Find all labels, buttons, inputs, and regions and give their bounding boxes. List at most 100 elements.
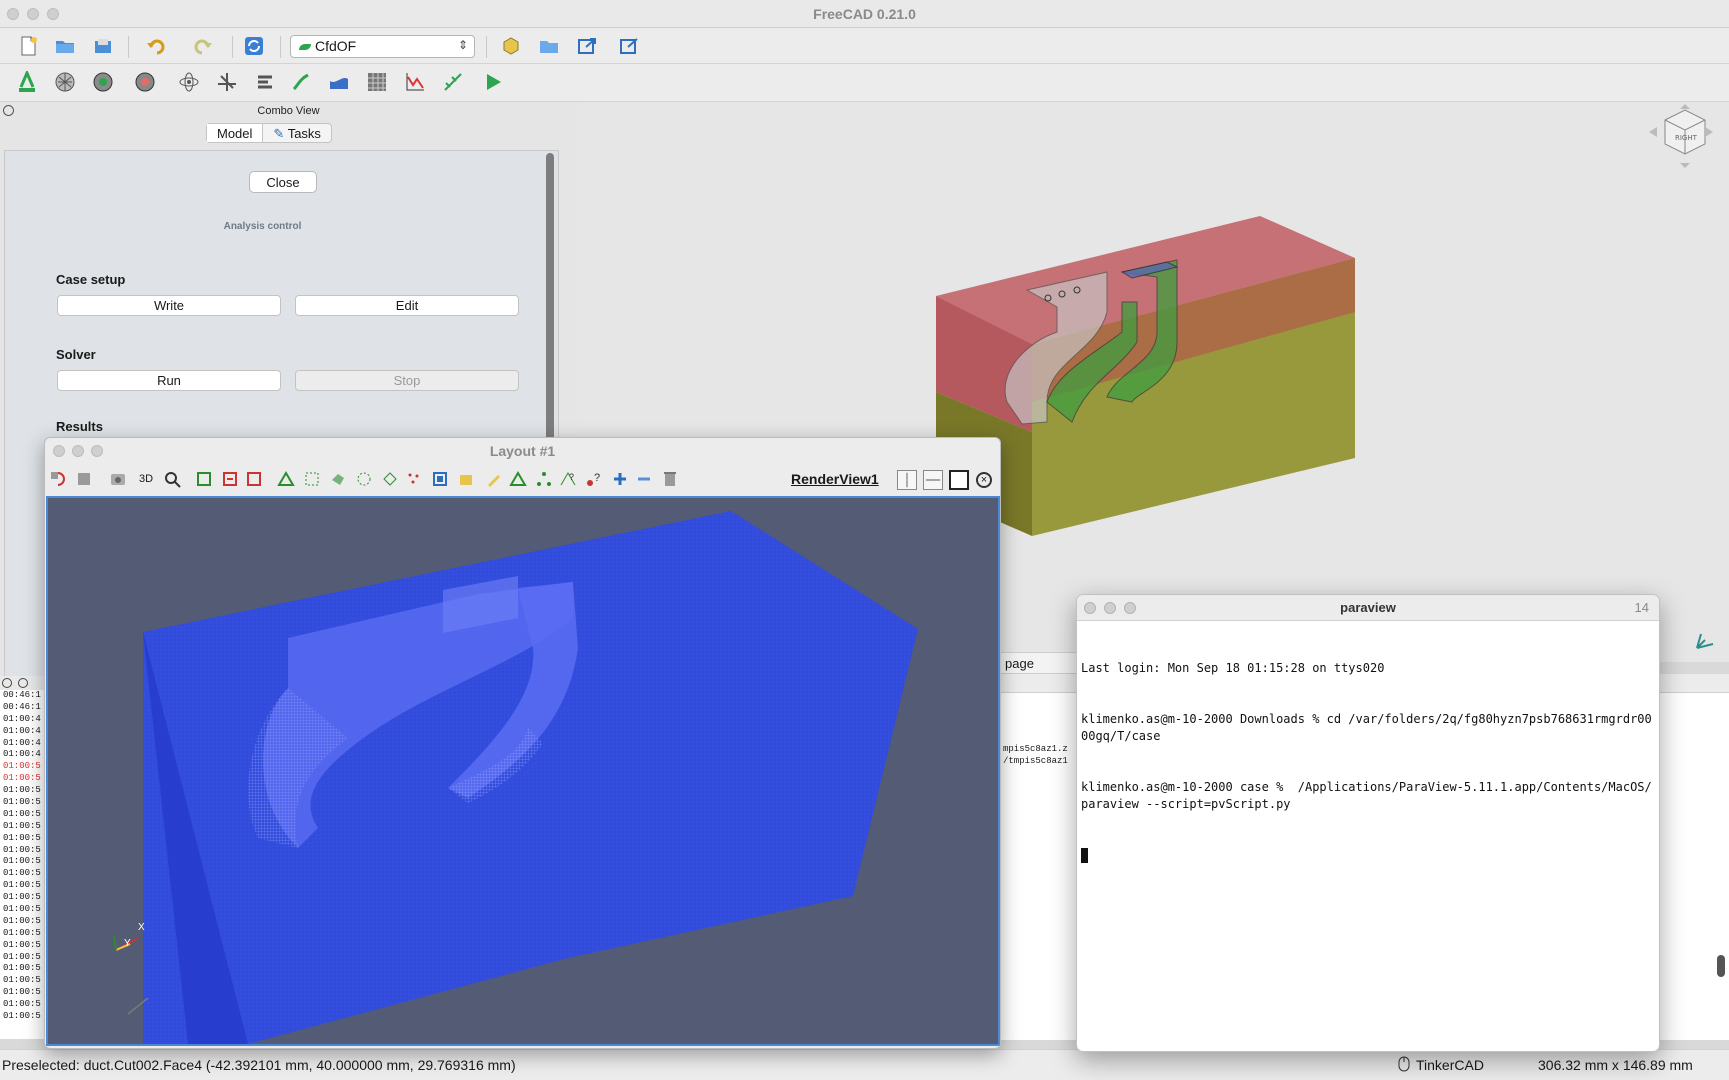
run-solver-icon[interactable] (480, 70, 506, 94)
run-button[interactable]: Run (57, 370, 281, 391)
undo-icon[interactable] (143, 34, 169, 58)
report-line: 01:00:5 (3, 915, 41, 926)
select-frustum-icon[interactable] (245, 470, 263, 488)
fluid-boundary-icon[interactable] (132, 70, 158, 94)
edit-button[interactable]: Edit (295, 295, 519, 316)
extract-selection-icon[interactable] (457, 470, 475, 488)
folder-icon[interactable] (536, 34, 562, 58)
close-panel-icon[interactable] (2, 678, 12, 688)
task-panel-scrollbar[interactable] (546, 153, 554, 443)
part-icon[interactable] (498, 34, 524, 58)
render-view-label[interactable]: RenderView1 (791, 471, 879, 487)
link-actions-icon[interactable] (616, 34, 642, 58)
report-line: 01:00:5 (3, 832, 41, 843)
paraview-render-view[interactable]: X Y (46, 496, 1000, 1046)
panel-scrollbar[interactable] (1717, 955, 1725, 977)
select-points-on-icon[interactable] (221, 470, 239, 488)
grow-selection-icon[interactable] (431, 470, 449, 488)
svg-text:?: ? (594, 472, 600, 484)
select-cells-on-icon[interactable] (195, 470, 213, 488)
toggle-points-icon[interactable] (535, 470, 553, 488)
subtract-selection-icon[interactable] (635, 470, 653, 488)
pv-zoom-button[interactable] (91, 445, 103, 457)
terminal-title: paraview (1340, 600, 1396, 615)
reset-camera-icon[interactable] (49, 470, 67, 488)
add-selection-icon[interactable] (611, 470, 629, 488)
save-icon[interactable] (90, 34, 116, 58)
capture-screenshot-icon[interactable] (109, 470, 127, 488)
pv-minimize-button[interactable] (72, 445, 84, 457)
split-horizontal-icon[interactable] (897, 470, 917, 490)
select-polygon-icon[interactable] (329, 470, 347, 488)
clear-selection-icon[interactable] (661, 470, 679, 488)
orientation-axes: X Y (108, 918, 148, 958)
toggle-3d-button[interactable]: 3D (139, 473, 153, 491)
cfd-analysis-icon[interactable] (14, 70, 40, 94)
stop-button: Stop (295, 370, 519, 391)
solver-control-icon[interactable] (440, 70, 466, 94)
axis-y-label: Y (124, 938, 131, 949)
split-vertical-icon[interactable] (923, 470, 943, 490)
tab-tasks[interactable]: ✎ Tasks (263, 124, 331, 142)
navigation-cube[interactable]: RIGHT (1645, 102, 1717, 172)
fluid-material-icon[interactable] (52, 70, 78, 94)
report-line: 01:00:5 (3, 808, 41, 819)
tab-tasks-label: Tasks (287, 126, 321, 141)
edit-ruler-icon[interactable] (509, 470, 527, 488)
refresh-icon[interactable] (241, 34, 267, 58)
title-bar: FreeCAD 0.21.0 (0, 0, 1729, 28)
query-points-icon[interactable]: ? (559, 470, 577, 488)
scalar-transport-icon[interactable] (326, 70, 352, 94)
redo-icon[interactable] (190, 34, 216, 58)
report-line: 01:00:5 (3, 1011, 41, 1022)
axis-cross-icon (1693, 628, 1717, 652)
report-line: 01:00:5 (3, 797, 41, 808)
close-view-icon[interactable]: × (976, 472, 992, 488)
report-line: 01:00:4 (3, 737, 41, 748)
hover-points-icon[interactable] (405, 470, 423, 488)
report-plot-icon[interactable] (402, 70, 428, 94)
select-points-through-icon[interactable] (303, 470, 321, 488)
physics-model-icon[interactable] (176, 70, 202, 94)
write-button[interactable]: Write (57, 295, 281, 316)
link-icon[interactable] (574, 34, 600, 58)
query-cell-icon[interactable]: ? (585, 470, 603, 488)
close-button[interactable]: Close (249, 171, 317, 193)
term-close-button[interactable] (1084, 602, 1096, 614)
select-cells-through-icon[interactable] (277, 470, 295, 488)
report-line: 01:00:5 (3, 999, 41, 1010)
term-minimize-button[interactable] (1104, 602, 1116, 614)
tab-model[interactable]: Model (207, 124, 264, 142)
mesh-icon[interactable] (364, 70, 390, 94)
float-panel-icon[interactable] (18, 678, 28, 688)
terminal-output[interactable]: Last login: Mon Sep 18 01:15:28 on ttys0… (1077, 621, 1659, 903)
combo-view-header: Combo View (0, 102, 577, 120)
updown-chevron-icon: ⇕ (457, 38, 468, 52)
pv-close-button[interactable] (53, 445, 65, 457)
navigation-style[interactable]: TinkerCAD (1416, 1057, 1484, 1073)
maximize-view-icon[interactable] (949, 470, 969, 490)
terminal-line: klimenko.as@m-10-2000 Downloads % cd /va… (1081, 712, 1652, 743)
report-line: 01:00:5 (3, 951, 41, 962)
zoom-to-box-icon[interactable] (163, 470, 181, 488)
reset-closest-icon[interactable] (75, 470, 93, 488)
term-zoom-button[interactable] (1124, 602, 1136, 614)
pencil-tool-icon[interactable] (485, 470, 503, 488)
select-block-icon[interactable] (355, 470, 373, 488)
tab-start-page[interactable]: page (1000, 652, 1080, 674)
axis-x-label: X (138, 922, 145, 933)
workbench-selector[interactable]: CfdOF ⇕ (290, 35, 475, 58)
float-panel-icon[interactable] (3, 105, 14, 116)
main-toolbar: CfdOF ⇕ (0, 28, 1729, 64)
open-icon[interactable] (52, 34, 78, 58)
initialise-icon[interactable] (90, 70, 116, 94)
new-file-icon[interactable] (15, 34, 41, 58)
interactive-select-icon[interactable] (381, 470, 399, 488)
zone-icon[interactable] (288, 70, 314, 94)
cfd-toolbar (0, 64, 1729, 102)
mesh-refinement-icon[interactable] (214, 70, 240, 94)
report-line: 01:00:4 (3, 713, 41, 724)
report-line: 01:00:5 (3, 880, 41, 891)
dynamic-mesh-icon[interactable] (252, 70, 278, 94)
preselection-text: Preselected: duct.Cut002.Face4 (-42.3921… (2, 1057, 516, 1073)
